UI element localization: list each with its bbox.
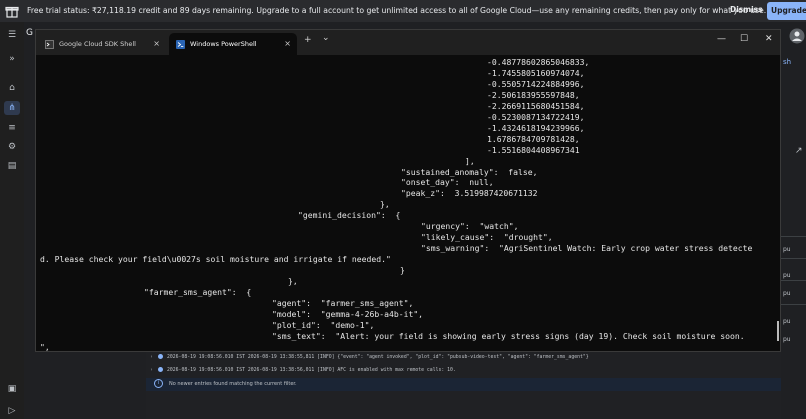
log-entries: › 2026-08-19 19:08:56.010 IST 2026-08-19 … <box>146 352 781 419</box>
upgrade-button[interactable]: Upgrade <box>767 2 806 20</box>
log-row[interactable]: › 2026-08-19 19:08:56.010 IST 2026-08-19 … <box>150 367 456 373</box>
terminal-line: "model": "gemma-4-26b-a4b-it", <box>272 308 424 319</box>
terminal-line: ], <box>465 155 475 166</box>
gift-icon <box>5 6 19 18</box>
menu-icon[interactable]: ☰ <box>4 28 20 42</box>
terminal-line: }, <box>380 199 390 210</box>
divider <box>781 280 806 281</box>
terminal-line: "farmer_sms_agent": { <box>144 286 252 297</box>
terminal-line: "gemini_decision": { <box>298 210 401 221</box>
divider <box>781 258 806 259</box>
terminal-line: -1.4324618194239966, <box>487 122 585 133</box>
tab-windows-powershell[interactable]: Windows PowerShell × <box>169 33 297 55</box>
log-row[interactable]: › 2026-08-19 19:08:56.010 IST 2026-08-19 … <box>150 354 589 360</box>
terminal-window: Google Cloud SDK Shell × Windows PowerSh… <box>35 29 781 352</box>
terminal-icon <box>45 39 54 49</box>
terminal-line: "sms_text": "Alert: your field is showin… <box>272 330 745 341</box>
console-right-strip: sh ↗ pu pu pu pu pu <box>781 22 806 419</box>
terminal-scrollbar[interactable] <box>777 321 779 341</box>
terminal-line: -0.5505714224884996, <box>487 78 585 89</box>
powershell-icon <box>176 39 185 49</box>
close-tab-icon[interactable]: × <box>153 39 160 48</box>
notes-icon[interactable]: ▣ <box>4 382 20 396</box>
terminal-line: "onset_day": null, <box>401 177 494 188</box>
terminal-line: -0.5230087134722419, <box>487 111 585 122</box>
terminal-line: ", <box>40 341 50 351</box>
banner-text: Free trial status: ₹27,118.19 credit and… <box>27 6 767 15</box>
log-fragment: pu <box>783 272 791 279</box>
terminal-line: -0.48778602865046833, <box>487 57 590 67</box>
terminal-line: "urgency": "watch", <box>421 221 519 232</box>
terminal-output[interactable]: -0.48778602865046833, -1.7455805160974074… <box>36 55 780 351</box>
chevron-down-icon[interactable]: ⌄ <box>322 33 330 43</box>
terminal-line: "peak_z": 3.519987420671132 <box>401 188 538 199</box>
terminal-line: d. Please check your field\u0027s soil m… <box>40 254 391 265</box>
log-fragment: pu <box>783 246 791 253</box>
terminal-line: "plot_id": "demo-1", <box>272 319 375 330</box>
metrics-icon[interactable]: ⚙ <box>4 140 20 154</box>
log-row-text: 2026-08-19 19:08:56.010 IST 2026-08-19 1… <box>167 355 589 360</box>
close-tab-icon[interactable]: × <box>284 39 291 48</box>
pinned-icon[interactable]: » <box>4 52 20 66</box>
maximize-button[interactable]: ☐ <box>740 34 748 44</box>
tab-google-cloud-sdk-shell[interactable]: Google Cloud SDK Shell × <box>38 33 166 55</box>
terminal-line: -2.2669115680451584, <box>487 100 585 111</box>
log-fragment: pu <box>783 290 791 297</box>
terminal-line: 1.6786784709781428, <box>487 133 580 144</box>
free-trial-banner: Free trial status: ₹27,118.19 credit and… <box>0 0 806 22</box>
console-logo-fragment: G <box>26 28 33 38</box>
logs-explorer-icon[interactable]: ⋔ <box>4 101 20 115</box>
minimize-button[interactable]: — <box>717 34 726 44</box>
terminal-tab-bar: Google Cloud SDK Shell × Windows PowerSh… <box>36 30 780 55</box>
terminal-line: -2.506183955597848, <box>487 89 580 100</box>
tab-label: Windows PowerShell <box>190 40 257 48</box>
close-window-button[interactable]: ✕ <box>765 34 773 44</box>
avatar[interactable] <box>789 28 805 44</box>
terminal-line: }, <box>288 276 298 286</box>
terminal-line: "sms_warning": "AgriSentinel Watch: Earl… <box>421 243 753 254</box>
console-left-rail: ☰ » ⌂ ⋔ ≡ ⚙ ▤ ▣ ▷ <box>0 22 24 419</box>
divider <box>781 304 806 305</box>
dismiss-button[interactable]: Dismiss <box>730 5 763 14</box>
terminal-line: "sustained_anomaly": false, <box>401 166 538 177</box>
new-tab-button[interactable]: + <box>304 35 312 45</box>
terminal-line: -1.7455805160974074, <box>487 67 585 78</box>
log-row-text: 2026-08-19 19:08:56.010 IST 2026-08-19 1… <box>167 368 456 373</box>
terminal-line: "agent": "farmer_sms_agent", <box>272 297 414 308</box>
right-fragment-text: sh <box>783 58 792 66</box>
no-entries-notice: i No newer entries found matching the cur… <box>146 378 781 391</box>
list-icon[interactable]: ≡ <box>4 121 20 135</box>
log-fragment: pu <box>783 318 791 325</box>
storage-icon[interactable]: ▤ <box>4 159 20 173</box>
divider <box>781 236 806 237</box>
open-external-icon[interactable]: ↗ <box>795 146 803 156</box>
terminal-line: "likely_cause": "drought", <box>421 232 553 243</box>
log-fragment: pu <box>783 336 791 343</box>
terminal-line: } <box>400 265 405 276</box>
info-icon: i <box>154 379 163 388</box>
home-icon[interactable]: ⌂ <box>4 81 20 95</box>
expand-rail-icon[interactable]: ▷ <box>4 404 20 418</box>
tab-label: Google Cloud SDK Shell <box>59 40 136 48</box>
terminal-line: -1.5516804408967341 <box>487 144 580 155</box>
no-entries-text: No newer entries found matching the curr… <box>169 381 297 387</box>
